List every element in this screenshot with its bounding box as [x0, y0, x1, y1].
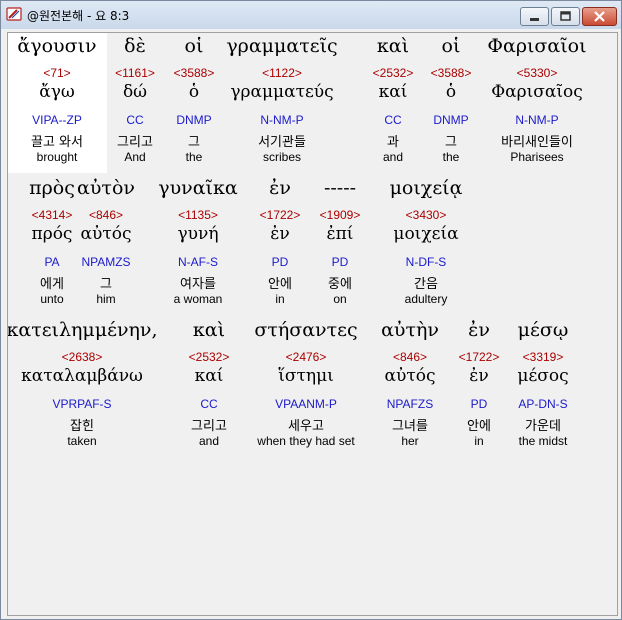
word-parse[interactable]: AP-DN-S — [463, 397, 617, 411]
word-korean[interactable]: 바리새인들이 — [457, 131, 617, 150]
interlinear-panel[interactable]: ἄγουσιν <71> ἄγω VIPA--ZP 끌고 와서 brought δὲ <116… — [7, 32, 618, 616]
word-korean[interactable]: 간음 — [346, 273, 506, 292]
bible-app-icon — [6, 7, 22, 21]
minimize-icon — [530, 18, 539, 21]
word-greek[interactable]: Φαρισαῖοι — [457, 35, 617, 57]
window-title: @원전본해 - 요 8:3 — [27, 9, 130, 23]
word-korean[interactable]: 가운데 — [463, 415, 617, 434]
word-english[interactable]: the midst — [463, 434, 617, 448]
word-lemma[interactable]: μέσος — [463, 366, 617, 386]
interlinear-content: ἄγουσιν <71> ἄγω VIPA--ZP 끌고 와서 brought δὲ <116… — [8, 33, 617, 615]
word-english[interactable]: Pharisees — [457, 150, 617, 164]
word-num[interactable]: <3430> — [346, 208, 506, 222]
word-num[interactable]: <5330> — [457, 66, 617, 80]
maximize-icon — [560, 11, 571, 21]
maximize-button[interactable] — [551, 7, 580, 26]
minimize-button[interactable] — [520, 7, 549, 26]
close-button[interactable] — [582, 7, 617, 26]
close-icon — [594, 11, 605, 22]
title-bar[interactable]: @원전본해 - 요 8:3 — [1, 1, 621, 29]
app-window: @원전본해 - 요 8:3 ἄγουσιν <71> ἄγω VIPA--ZP 끌고 와… — [0, 0, 622, 620]
word-greek[interactable]: μέσῳ — [463, 319, 617, 341]
word-parse[interactable]: N-DF-S — [346, 255, 506, 269]
word-lemma[interactable]: Φαρισαῖος — [457, 82, 617, 102]
word-greek[interactable]: μοιχείᾳ — [346, 177, 506, 199]
word-lemma[interactable]: μοιχεία — [346, 224, 506, 244]
word-num[interactable]: <3319> — [463, 350, 617, 364]
word-parse[interactable]: N-NM-P — [457, 113, 617, 127]
word-english[interactable]: adultery — [346, 292, 506, 306]
